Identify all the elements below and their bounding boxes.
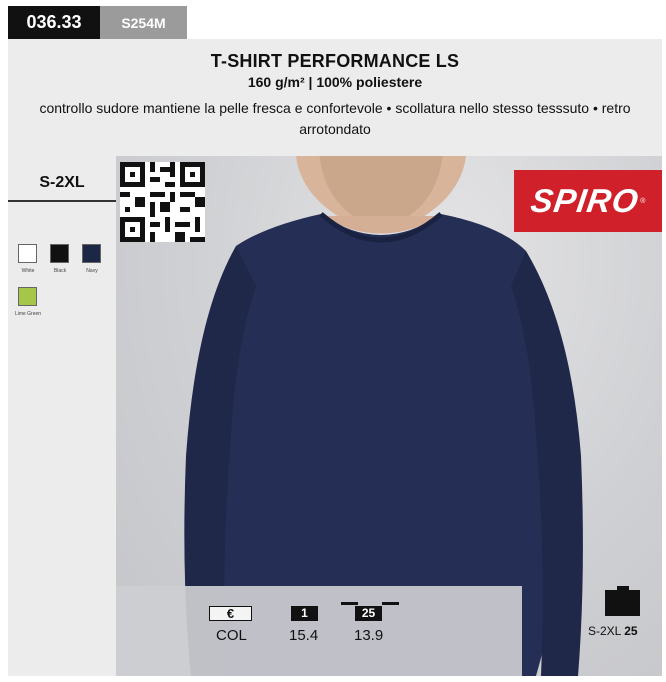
swatch-navy[interactable] bbox=[82, 244, 101, 263]
tier-bracket-right bbox=[382, 602, 399, 605]
product-subtitle: 160 g/m² | 100% poliestere bbox=[247, 74, 423, 90]
swatch-label-lime-green: Lime Green bbox=[14, 311, 42, 317]
brand-name: SPIRO bbox=[528, 182, 641, 219]
size-range: S-2XL bbox=[39, 174, 85, 191]
swatch-white[interactable] bbox=[18, 244, 37, 263]
tier-bracket-left bbox=[341, 602, 358, 605]
product-header: T-SHIRT PERFORMANCE LS 160 g/m² | 100% p… bbox=[8, 39, 662, 156]
swatch-black[interactable] bbox=[50, 244, 69, 263]
price-panel bbox=[116, 586, 522, 676]
brand-trademark: ® bbox=[640, 197, 646, 205]
carton-qty: 25 bbox=[624, 624, 638, 638]
product-code-bar: 036.33 S254M bbox=[8, 6, 187, 39]
product-description: controllo sudore mantiene la pelle fresc… bbox=[39, 100, 631, 137]
tier-price-25: 13.9 bbox=[354, 627, 384, 644]
carton-box-icon bbox=[605, 590, 640, 616]
product-code: 036.33 bbox=[8, 6, 100, 39]
color-label: COL bbox=[216, 627, 247, 644]
divider bbox=[8, 200, 116, 202]
swatch-label-navy: Navy bbox=[86, 268, 98, 274]
swatch-label-black: Black bbox=[53, 268, 67, 274]
sidebar: S-2XL White Black Navy Lime Green bbox=[8, 156, 116, 676]
tier-qty-25: 25 bbox=[355, 606, 382, 621]
swatch-lime-green[interactable] bbox=[18, 287, 37, 306]
qr-code[interactable] bbox=[120, 162, 205, 242]
brand-logo: SPIRO ® bbox=[514, 170, 662, 232]
carton-sizes: S-2XL bbox=[588, 624, 625, 638]
swatch-label-white: White bbox=[21, 268, 35, 274]
tier-price-1: 15.4 bbox=[289, 627, 319, 644]
product-title: T-SHIRT PERFORMANCE LS bbox=[210, 51, 460, 71]
carton-info: S-2XL 25 bbox=[588, 624, 638, 638]
product-sku: S254M bbox=[100, 6, 187, 39]
tier-qty-1: 1 bbox=[291, 606, 318, 621]
currency-label: € bbox=[209, 606, 252, 621]
qr-code-icon bbox=[120, 162, 205, 242]
